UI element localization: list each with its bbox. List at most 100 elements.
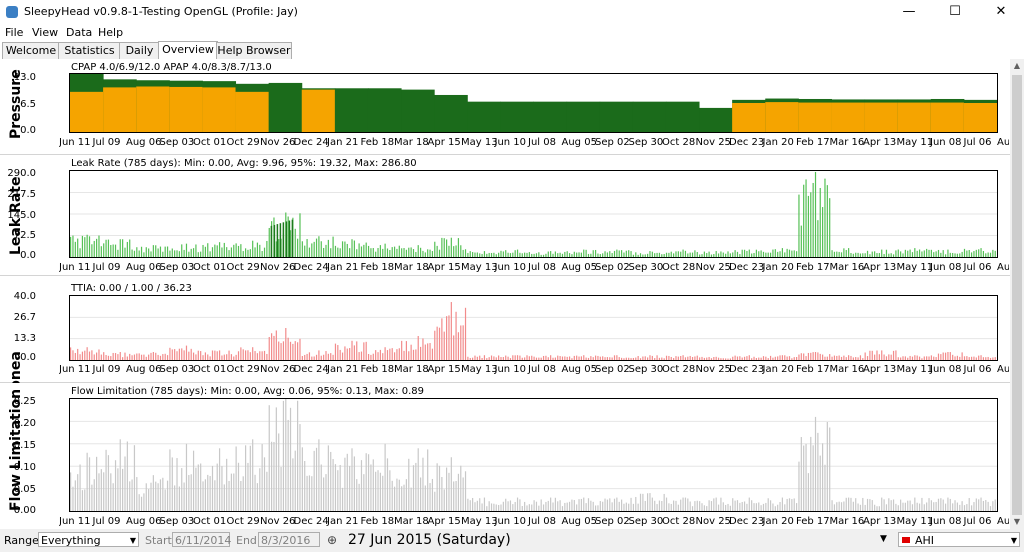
leak-rate-bar (294, 228, 296, 257)
flow-limitation-bar (715, 497, 717, 511)
flow-limitation-plot[interactable] (69, 398, 998, 512)
leak-rate-plot[interactable] (69, 170, 998, 258)
minimize-icon[interactable]: — (886, 0, 932, 24)
flow-limitation-graph[interactable]: Flow Limitation Flow Limitation (785 day… (0, 383, 1010, 529)
total-time-in-apnea-bar (148, 354, 150, 360)
flow-limitation-bar (677, 504, 679, 511)
flow-limitation-bar (476, 500, 478, 511)
total-time-in-apnea-bar (240, 347, 242, 360)
total-time-in-apnea-bar (304, 354, 306, 360)
pressure-plot[interactable] (69, 73, 998, 133)
total-time-in-apnea-bar (483, 355, 486, 360)
menu-file[interactable]: File (5, 26, 23, 39)
menu-help[interactable]: Help (98, 26, 123, 39)
flow-limitation-bar (150, 482, 152, 511)
total-time-in-apnea-bar (391, 348, 393, 360)
leak-rate-bar-dark (279, 223, 282, 257)
total-time-in-apnea-bar (533, 356, 535, 360)
total-time-in-apnea-bar (944, 352, 947, 360)
menu-data[interactable]: Data (66, 26, 92, 39)
total-time-in-apnea-bar (765, 356, 767, 360)
flow-limitation-bar (438, 465, 441, 511)
flow-limitation-bar (850, 497, 852, 511)
tab-daily[interactable]: Daily (119, 42, 160, 59)
pressure-graph[interactable]: Pressure CPAP 4.0/6.9/12.0 APAP 4.0/8.3/… (0, 59, 1010, 155)
leak-rate-bar (762, 251, 765, 257)
total-time-in-apnea-bar (961, 352, 963, 360)
graph-select[interactable]: AHI ▼ (898, 532, 1020, 547)
close-icon[interactable]: ✕ (978, 0, 1024, 24)
leak-rate-bar (136, 247, 138, 257)
leak-rate-bar (900, 251, 902, 257)
leak-rate-bar (254, 247, 256, 257)
total-time-in-apnea-bar (96, 352, 98, 360)
x-tick-label: Nov 25 (695, 364, 731, 375)
leak-rate-bar (564, 251, 566, 257)
flow-limitation-bar (254, 474, 256, 511)
total-time-in-apnea-bar (197, 350, 199, 360)
maximize-icon[interactable]: ☐ (932, 0, 978, 24)
tab-help-browser[interactable]: Help Browser (216, 42, 292, 59)
flow-limitation-bar (694, 501, 696, 511)
flow-limitation-bar (620, 499, 623, 511)
total-time-in-apnea-bar (663, 358, 665, 360)
total-time-in-apnea-bar (675, 356, 677, 360)
flow-limitation-bar (552, 502, 554, 511)
pressure-bar-max (268, 82, 303, 132)
total-time-in-apnea-bar (393, 352, 396, 360)
flow-limitation-bar (831, 500, 833, 511)
flow-limitation-bar (528, 504, 530, 511)
tab-welcome[interactable]: Welcome (2, 42, 60, 59)
flow-limitation-bar (606, 499, 609, 511)
leak-rate-bar (509, 253, 512, 257)
tab-overview[interactable]: Overview (158, 41, 218, 60)
leak-rate-bar (637, 254, 639, 257)
calendar-nav-icon[interactable]: ⊕ (327, 533, 337, 547)
total-time-in-apnea-bar (918, 356, 921, 360)
menu-view[interactable]: View (32, 26, 58, 39)
flow-limitation-bar (604, 498, 606, 511)
flow-limitation-bar (916, 502, 918, 511)
scroll-down-icon[interactable]: ▼ (1010, 515, 1024, 529)
leak-rate-bar (968, 250, 970, 257)
leak-rate-bar-dark (291, 219, 294, 257)
leak-rate-bar (237, 245, 240, 257)
total-time-in-apnea-bar (93, 354, 95, 360)
total-time-in-apnea-bar (706, 357, 708, 360)
pressure-chart (70, 74, 997, 132)
pressure-bar-max (467, 101, 501, 132)
x-tick-label: Feb 17 (796, 516, 830, 527)
flow-limitation-bar (647, 493, 649, 511)
flow-limitation-bar (162, 477, 164, 511)
leak-rate-bar (434, 241, 436, 257)
leak-rate-graph[interactable]: Leak Rate Leak Rate (785 days): Min: 0.0… (0, 155, 1010, 276)
leak-rate-bar (148, 248, 150, 257)
leak-rate-ytick: 145.0 (7, 210, 36, 221)
flow-limitation-bar (313, 450, 315, 511)
total-time-in-apnea-bar (100, 354, 102, 360)
scroll-up-icon[interactable]: ▲ (1010, 59, 1024, 73)
flow-limitation-bar (72, 486, 74, 511)
leak-rate-bar (850, 253, 852, 257)
x-tick-label: Aug 05 (561, 364, 597, 375)
tab-statistics[interactable]: Statistics (58, 42, 121, 59)
start-date-field[interactable]: 6/11/2014 (172, 532, 231, 547)
flow-limitation-bar (959, 504, 961, 511)
flow-limitation-bar (105, 449, 107, 511)
total-time-in-apnea-bar (538, 357, 540, 360)
leak-rate-xaxis: Jun 11 Jul 09 Aug 06 Sep 03 Oct 01 Oct 29 Nov … (59, 262, 1009, 276)
x-tick-label: May 11 (896, 516, 934, 527)
flow-limitation-bar (758, 502, 760, 511)
leak-rate-bar (642, 254, 644, 257)
scrollbar-thumb[interactable] (1012, 75, 1022, 515)
x-tick-label: Jun 11 (59, 137, 91, 148)
dropdown-arrow-icon[interactable]: ▼ (880, 534, 887, 544)
range-select[interactable]: Everything ▼ (38, 532, 139, 547)
total-time-in-apnea-bar (434, 330, 436, 360)
flow-limitation-bar (505, 498, 507, 511)
apnea-time-plot[interactable] (69, 295, 998, 361)
apnea-time-graph[interactable]: Total Time in Apnea TTIA: 0.00 / 1.00 / … (0, 276, 1010, 507)
total-time-in-apnea-bar (557, 355, 559, 360)
vertical-scrollbar[interactable]: ▲ ▼ (1010, 59, 1024, 529)
end-date-field[interactable]: 8/3/2016 (258, 532, 320, 547)
